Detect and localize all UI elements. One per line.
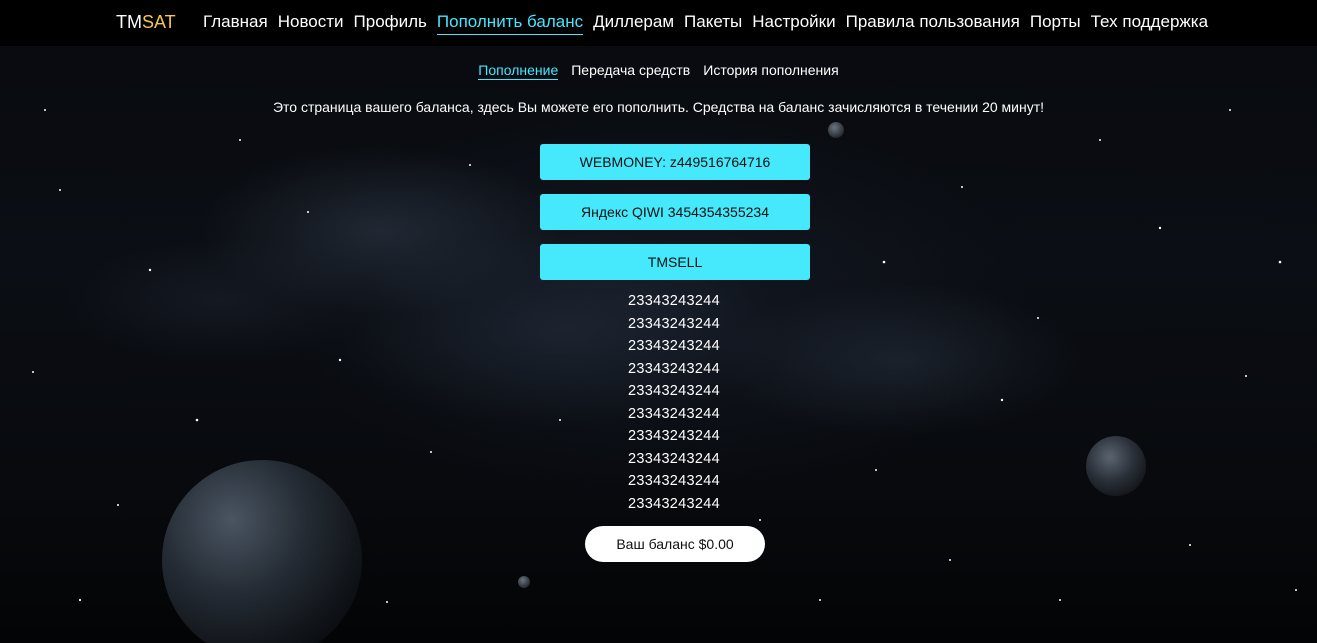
nav-item-settings[interactable]: Настройки (752, 12, 835, 35)
nav-item-dealers[interactable]: Диллерам (593, 12, 674, 35)
code-item: 23343243244 (627, 338, 720, 354)
balance-subtabs: Пополнение Передача средств История попо… (0, 62, 1317, 80)
large-planet (162, 460, 362, 643)
code-item: 23343243244 (627, 495, 720, 512)
nav-item-news[interactable]: Новости (278, 12, 344, 35)
tmsell-button[interactable]: TMSELL (540, 244, 810, 280)
top-navigation-bar: TMSAT Главная Новости Профиль Пополнить … (0, 0, 1317, 46)
nav-item-terms-of-use[interactable]: Правила пользования (846, 12, 1020, 35)
code-item: 23343243244 (627, 315, 720, 332)
small-planet (1086, 436, 1146, 496)
code-item: 23343243244 (627, 405, 720, 422)
code-list: 23343243244 23343243244 23343243244 2334… (560, 292, 788, 517)
logo-text-sat: SAT (142, 12, 176, 32)
balance-button[interactable]: Ваш баланс $0.00 (585, 526, 765, 562)
tab-top-up[interactable]: Пополнение (478, 62, 559, 80)
balance-info-text: Это страница вашего баланса, здесь Вы мо… (272, 99, 1045, 115)
nav-item-packages[interactable]: Пакеты (684, 12, 742, 35)
nav-item-support[interactable]: Тех поддержка (1091, 12, 1208, 35)
site-logo[interactable]: TMSAT (116, 12, 176, 33)
code-item: 23343243244 (627, 293, 720, 309)
main-nav: Главная Новости Профиль Пополнить баланс… (203, 12, 1208, 35)
tiny-planet (828, 122, 844, 138)
nav-item-top-up-balance[interactable]: Пополнить баланс (436, 12, 584, 35)
nav-item-ports[interactable]: Порты (1030, 12, 1081, 35)
yandex-qiwi-button[interactable]: Яндекс QIWI 3454354355234 (540, 194, 810, 230)
tiny-planet (518, 576, 530, 588)
nav-item-home[interactable]: Главная (203, 12, 268, 35)
logo-text-tm: TM (116, 12, 142, 32)
code-item: 23343243244 (627, 428, 720, 444)
nav-item-profile[interactable]: Профиль (354, 12, 427, 35)
code-item: 23343243244 (627, 360, 720, 377)
code-item: 23343243244 (627, 383, 720, 399)
webmoney-button[interactable]: WEBMONEY: z449516764716 (540, 144, 810, 180)
payment-methods: WEBMONEY: z449516764716 Яндекс QIWI 3454… (540, 144, 810, 294)
code-item: 23343243244 (627, 450, 720, 467)
tab-top-up-history[interactable]: История пополнения (703, 62, 838, 80)
tab-transfer-funds[interactable]: Передача средств (571, 62, 690, 80)
code-item: 23343243244 (627, 473, 720, 489)
